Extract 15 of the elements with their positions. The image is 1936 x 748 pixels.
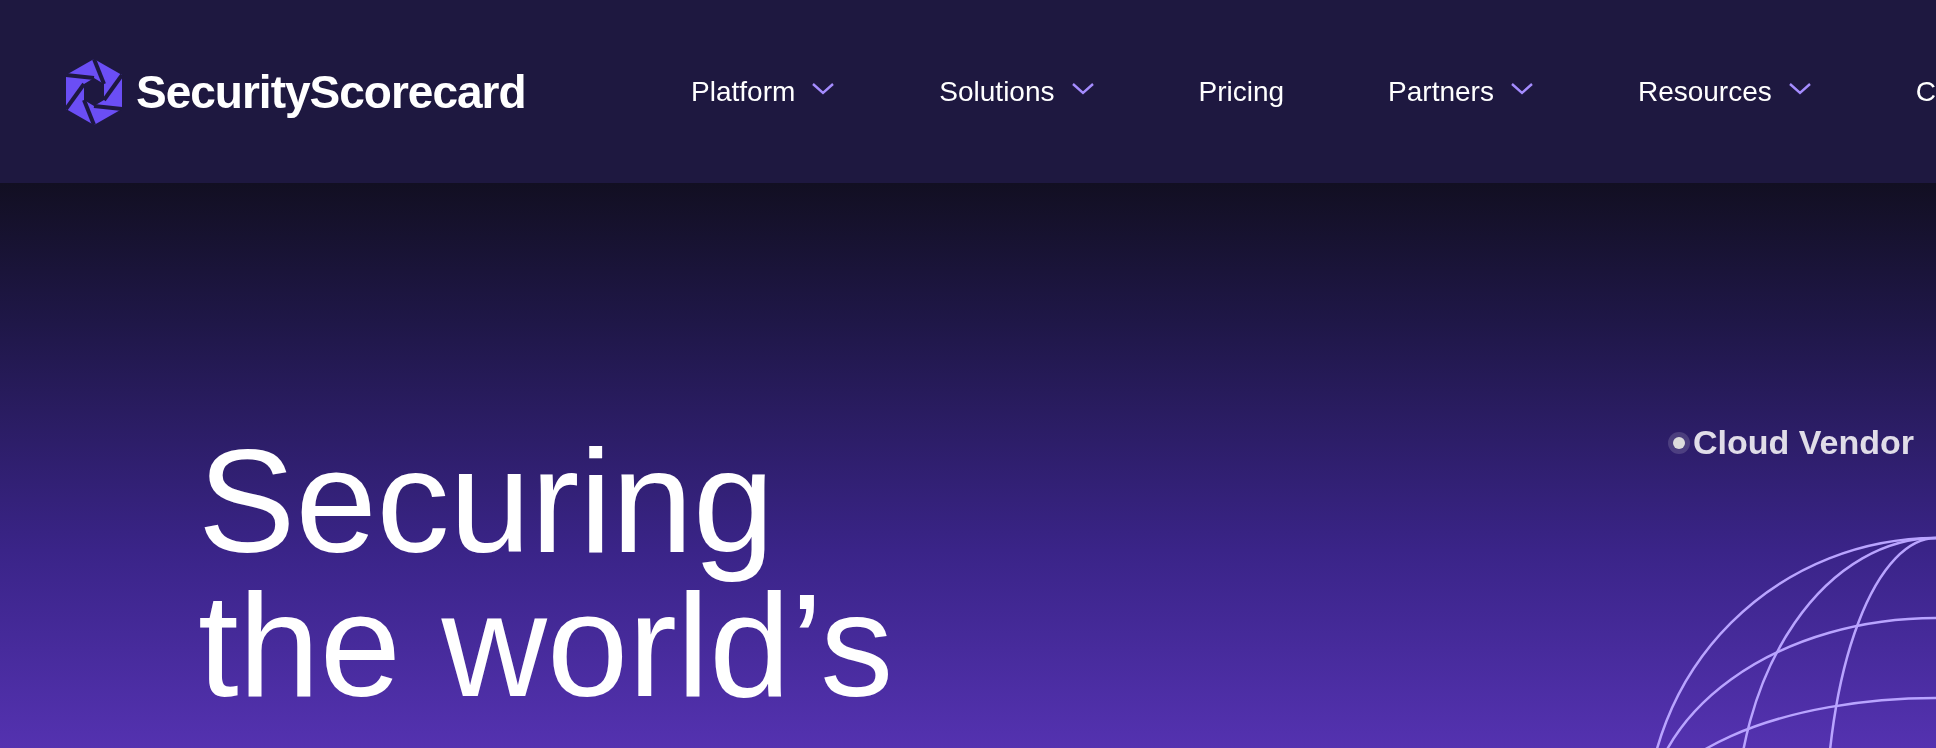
nav-link[interactable]: Partners [1388, 75, 1534, 108]
hero-headline: Securing the world’s [198, 430, 894, 718]
chevron-down-icon [811, 81, 836, 96]
nav-link[interactable]: C [1915, 75, 1936, 108]
chevron-down-icon [1509, 81, 1534, 96]
logo-icon[interactable] [64, 58, 124, 125]
chevron-down-icon [1070, 81, 1095, 96]
globe-label: Cloud Vendor [1693, 423, 1914, 462]
nav-link[interactable]: Solutions [939, 75, 1095, 108]
nav-link[interactable]: Platform [691, 75, 836, 108]
chevron-down-icon [1787, 81, 1812, 96]
logo-wordmark[interactable]: SecurityScorecard [136, 64, 526, 119]
nav-link[interactable]: Pricing [1198, 75, 1285, 108]
dot-icon [1673, 436, 1685, 449]
nav-link[interactable]: Resources [1637, 75, 1812, 108]
